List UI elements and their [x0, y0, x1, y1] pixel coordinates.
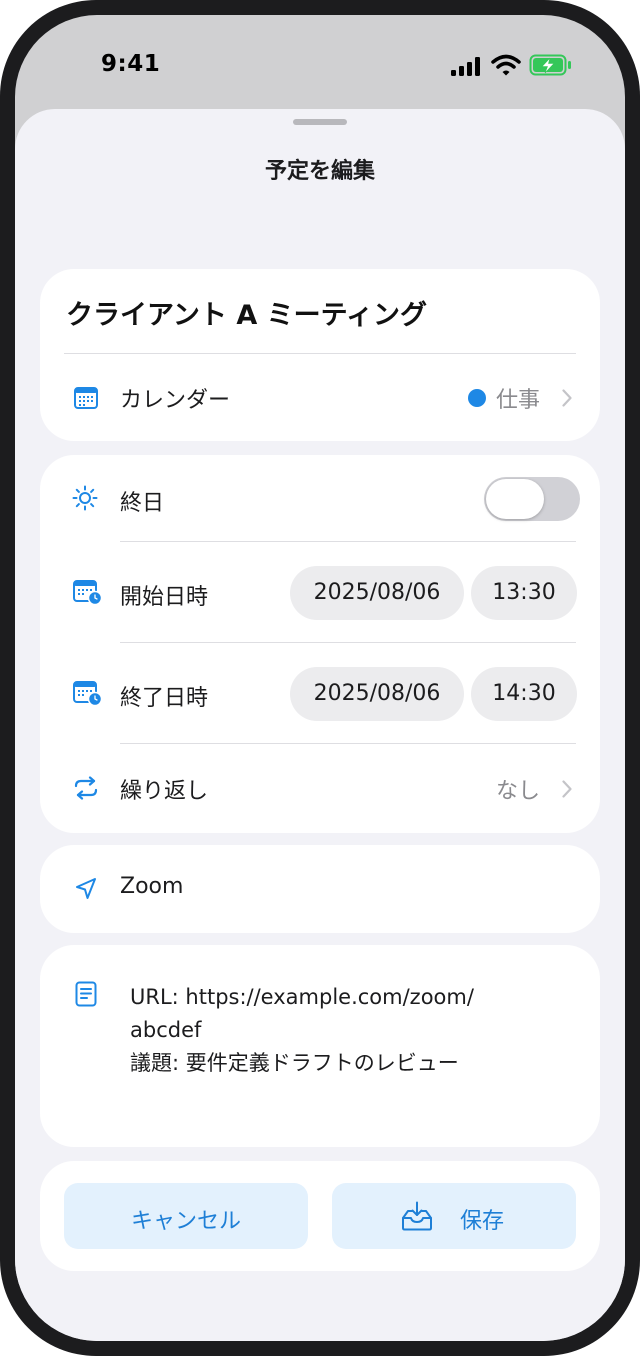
repeat-row[interactable]: 繰り返し なし — [40, 744, 600, 833]
cellular-signal-icon — [451, 57, 480, 76]
save-button-label: 保存 — [460, 1209, 505, 1234]
screen: 9:41 予定を編集 クライアント A ミーティング カレンダー 仕事 終日 開… — [15, 15, 625, 1341]
cancel-button[interactable]: キャンセル — [64, 1183, 308, 1249]
notes-text[interactable]: URL: https://example.com/zoom/ abcdef 議題… — [130, 981, 580, 1080]
start-time-button[interactable]: 13:30 — [471, 566, 577, 620]
end-date-button[interactable]: 2025/08/06 — [290, 667, 464, 721]
divider — [120, 642, 576, 643]
device-frame: 9:41 予定を編集 クライアント A ミーティング カレンダー 仕事 終日 開… — [0, 0, 640, 1356]
battery-charging-icon — [529, 54, 571, 76]
all-day-label: 終日 — [120, 491, 165, 516]
chevron-right-icon — [562, 389, 572, 407]
location-arrow-icon — [76, 878, 96, 899]
start-label: 開始日時 — [120, 585, 209, 610]
all-day-toggle[interactable] — [484, 477, 580, 521]
action-card: キャンセル 保存 — [40, 1161, 600, 1271]
save-button[interactable]: 保存 — [332, 1183, 576, 1249]
event-title-field[interactable]: クライアント A ミーティング — [66, 293, 427, 332]
location-card[interactable]: Zoom — [40, 845, 600, 933]
calendar-row[interactable]: カレンダー 仕事 — [40, 354, 600, 441]
sheet-grabber[interactable] — [293, 119, 347, 125]
chevron-right-icon — [562, 780, 572, 798]
repeat-icon — [74, 776, 98, 800]
notes-line: abcdef — [130, 1018, 202, 1042]
tray-download-icon — [402, 1201, 432, 1231]
status-time: 9:41 — [101, 51, 161, 77]
calendar-clock-icon — [73, 580, 103, 606]
repeat-label: 繰り返し — [120, 779, 209, 804]
notes-line: URL: https://example.com/zoom/ — [130, 985, 474, 1009]
edit-event-sheet: 予定を編集 クライアント A ミーティング カレンダー 仕事 終日 開始日時 2… — [15, 109, 625, 1341]
notes-card[interactable]: URL: https://example.com/zoom/ abcdef 議題… — [40, 945, 600, 1147]
sun-icon — [72, 485, 98, 511]
calendar-value: 仕事 — [496, 388, 541, 413]
start-date-button[interactable]: 2025/08/06 — [290, 566, 464, 620]
cancel-button-label: キャンセル — [130, 1209, 241, 1234]
calendar-icon — [74, 387, 98, 409]
sheet-title: 予定を編集 — [264, 159, 375, 184]
calendar-color-dot — [468, 389, 486, 407]
event-title-card: クライアント A ミーティング カレンダー 仕事 — [40, 269, 600, 441]
repeat-value: なし — [496, 779, 541, 804]
document-icon — [75, 981, 97, 1007]
end-label: 終了日時 — [120, 686, 209, 711]
schedule-card: 終日 開始日時 2025/08/06 13:30 終了日時 2025/08/06… — [40, 455, 600, 833]
wifi-icon — [491, 54, 521, 76]
toggle-knob — [486, 479, 544, 519]
location-value: Zoom — [120, 874, 184, 899]
status-bar: 9:41 — [15, 15, 625, 115]
divider — [120, 541, 576, 542]
calendar-clock-icon — [73, 681, 103, 707]
notes-line: 議題: 要件定義ドラフトのレビュー — [130, 1051, 459, 1075]
end-time-button[interactable]: 14:30 — [471, 667, 577, 721]
calendar-label: カレンダー — [120, 388, 231, 413]
